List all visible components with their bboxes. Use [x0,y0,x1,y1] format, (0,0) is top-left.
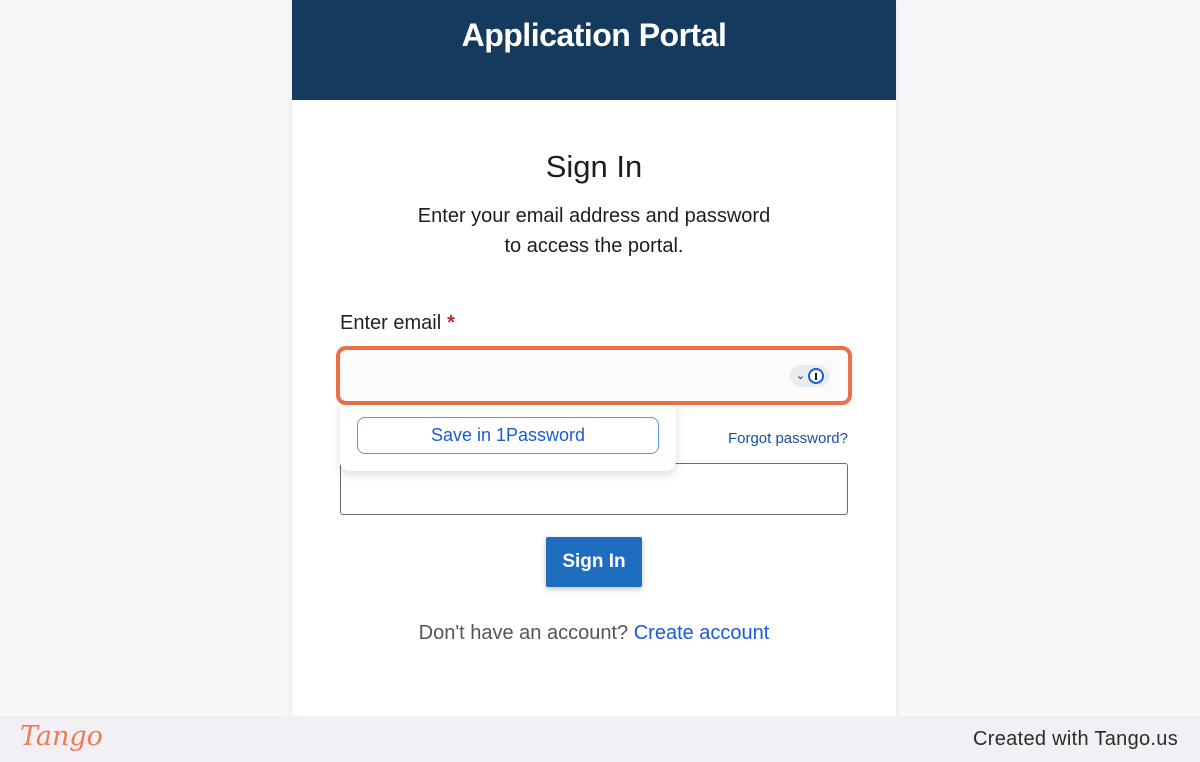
create-account-row: Don't have an account? Create account [292,622,896,645]
tango-logo[interactable]: Tango [20,721,103,752]
tango-credit: Created with Tango.us [973,728,1178,750]
1password-icon[interactable] [808,368,825,384]
email-label-text: Enter email [340,312,442,334]
portal-title: Application Portal [461,17,727,53]
portal-header: Application Portal [292,0,896,100]
signin-heading: Sign In [545,149,643,184]
email-label: Enter email * [340,312,455,335]
password-manager-widget[interactable]: ⌄ [790,365,830,387]
required-marker: * [447,312,455,334]
1password-dropdown: Save in 1Password [340,405,676,471]
tango-footer: Tango Created with Tango.us [0,716,1200,762]
email-field[interactable] [344,354,808,399]
signin-subtitle: Enter your email address and password to… [292,201,896,261]
signin-button[interactable]: Sign In [546,537,642,587]
subtitle-line-1: Enter your email address and password [417,205,771,227]
subtitle-line-2: to access the portal. [504,235,684,257]
chevron-down-icon[interactable]: ⌄ [796,370,805,382]
login-card: Application Portal Sign In Enter your em… [292,0,896,716]
create-account-link[interactable]: Create account [634,622,770,644]
save-in-1password-button[interactable]: Save in 1Password [357,417,659,454]
forgot-password-link[interactable]: Forgot password? [728,430,848,447]
email-field-highlight[interactable]: ⌄ [336,346,852,405]
no-account-text: Don't have an account? [418,622,629,644]
